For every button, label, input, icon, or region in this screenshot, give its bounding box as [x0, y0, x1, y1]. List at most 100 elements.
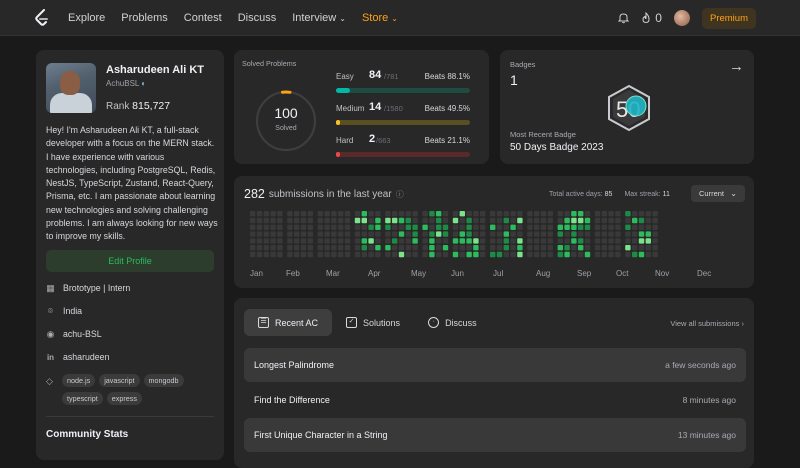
heatmap-cell — [436, 238, 442, 244]
heatmap-cell — [256, 224, 263, 230]
heatmap-cell — [608, 251, 614, 258]
heatmap-cell — [540, 251, 547, 258]
heatmap-cell — [578, 251, 584, 258]
heatmap-cell — [317, 211, 323, 217]
heatmap-cell — [307, 238, 313, 244]
tab-recent-ac[interactable]: ☰ Recent AC — [244, 309, 333, 336]
badges-card: Badges 1 → 50 Most Recent Badge 50 Days … — [500, 50, 754, 164]
location-pin-icon: ⌾ — [47, 305, 54, 316]
heatmap-cell — [294, 245, 300, 251]
submission-heatmap — [250, 211, 658, 258]
nav-discuss[interactable]: Discuss — [238, 12, 277, 24]
heatmap-cell — [392, 211, 398, 217]
heatmap-cell — [429, 211, 435, 217]
heatmap-cell — [615, 238, 621, 244]
heatmap-cell — [564, 231, 570, 237]
heatmap-cell — [578, 231, 584, 237]
heatmap-cell — [452, 211, 459, 217]
heatmap-cell — [503, 251, 509, 258]
year-select[interactable]: Current ⌄ — [691, 185, 745, 202]
heatmap-cell — [338, 245, 344, 251]
notification-bell-icon[interactable] — [618, 12, 630, 24]
heatmap-cell — [392, 231, 398, 237]
heatmap-cell — [571, 231, 577, 237]
heatmap-cell — [324, 217, 330, 224]
heatmap-cell — [601, 231, 607, 237]
nav-contest[interactable]: Contest — [184, 12, 222, 24]
nav-interview[interactable]: Interview ⌄ — [292, 12, 346, 24]
heatmap-cell — [368, 224, 374, 230]
skill-tag[interactable]: javascript — [99, 374, 140, 387]
heatmap-cell — [361, 231, 367, 237]
list-item[interactable]: First Unique Character in a String 13 mi… — [244, 418, 746, 452]
heatmap-cell — [422, 224, 428, 230]
recent-activity-card: ☰ Recent AC ✓ Solutions · Discuss View a… — [234, 298, 754, 468]
heatmap-cell — [571, 238, 577, 244]
heatmap-cell — [547, 217, 553, 224]
heatmap-cell — [324, 251, 330, 258]
solved-total-label: Solved — [275, 125, 297, 132]
heatmap-cell — [480, 224, 486, 230]
premium-button[interactable]: Premium — [701, 7, 756, 29]
heatmap-cell — [459, 217, 465, 224]
heatmap-cell — [571, 211, 577, 217]
heatmap-cell — [564, 238, 570, 244]
heatmap-cell — [496, 224, 503, 230]
heatmap-cell — [429, 251, 435, 258]
heatmap-cell — [625, 224, 631, 230]
info-icon[interactable]: ⓘ — [396, 189, 404, 200]
fifty-days-badge-icon[interactable]: 50 — [606, 84, 652, 132]
heatmap-cell — [608, 245, 614, 251]
nav-store[interactable]: Store ⌄ — [362, 12, 398, 24]
community-stats-title: Community Stats — [46, 429, 129, 440]
skill-tag[interactable]: mongodb — [143, 374, 184, 387]
github-row[interactable]: ◉ achu-BSL — [46, 328, 102, 340]
edit-profile-button[interactable]: Edit Profile — [46, 250, 214, 272]
heatmap-cell — [480, 217, 486, 224]
list-item[interactable]: Find the Difference 8 minutes ago — [244, 383, 746, 417]
easy-progress-bar — [336, 88, 470, 93]
tab-discuss[interactable]: · Discuss — [414, 309, 491, 336]
nav-problems[interactable]: Problems — [121, 12, 167, 24]
github-icon: ◉ — [46, 328, 55, 339]
heatmap-cell — [429, 231, 435, 237]
heatmap-cell — [517, 251, 523, 258]
heatmap-cell — [317, 238, 323, 244]
heatmap-cell — [584, 217, 591, 224]
heatmap-cell — [270, 231, 276, 237]
heatmap-cell — [652, 224, 658, 230]
heatmap-cell — [300, 224, 307, 230]
heatmap-cell — [601, 245, 607, 251]
heatmap-cell — [250, 251, 256, 258]
heatmap-cell — [263, 245, 269, 251]
heatmap-cell — [361, 224, 367, 230]
heatmap-cell — [473, 231, 479, 237]
heatmap-cell — [368, 211, 374, 217]
skill-tag[interactable]: node.js — [62, 374, 96, 387]
leetcode-logo-icon[interactable] — [34, 9, 50, 27]
heatmap-cell — [534, 211, 540, 217]
list-item[interactable]: Longest Palindrome a few seconds ago — [244, 348, 746, 382]
heatmap-cell — [317, 217, 323, 224]
month-label: Nov — [655, 269, 670, 278]
view-all-submissions-link[interactable]: View all submissions › — [670, 319, 744, 328]
skill-tag[interactable]: express — [106, 392, 142, 405]
heatmap-cell — [436, 211, 442, 217]
heatmap-cell — [473, 238, 479, 244]
heatmap-cell — [361, 238, 367, 244]
heatmap-cell — [615, 217, 621, 224]
tab-solutions[interactable]: ✓ Solutions — [332, 309, 414, 336]
arrow-right-icon[interactable]: → — [729, 58, 744, 75]
skill-tag[interactable]: typescript — [62, 392, 103, 405]
heatmap-cell — [564, 211, 570, 217]
heatmap-cell — [270, 238, 276, 244]
heatmap-cell — [615, 245, 621, 251]
nav-explore[interactable]: Explore — [68, 12, 105, 24]
heatmap-cell — [601, 217, 607, 224]
streak-counter[interactable]: 0 — [641, 11, 662, 25]
heatmap-cell — [385, 251, 391, 258]
linkedin-row[interactable]: in asharudeen — [46, 352, 110, 362]
user-avatar[interactable] — [673, 10, 690, 26]
heatmap-cell — [638, 224, 645, 230]
heatmap-cell — [547, 224, 553, 230]
